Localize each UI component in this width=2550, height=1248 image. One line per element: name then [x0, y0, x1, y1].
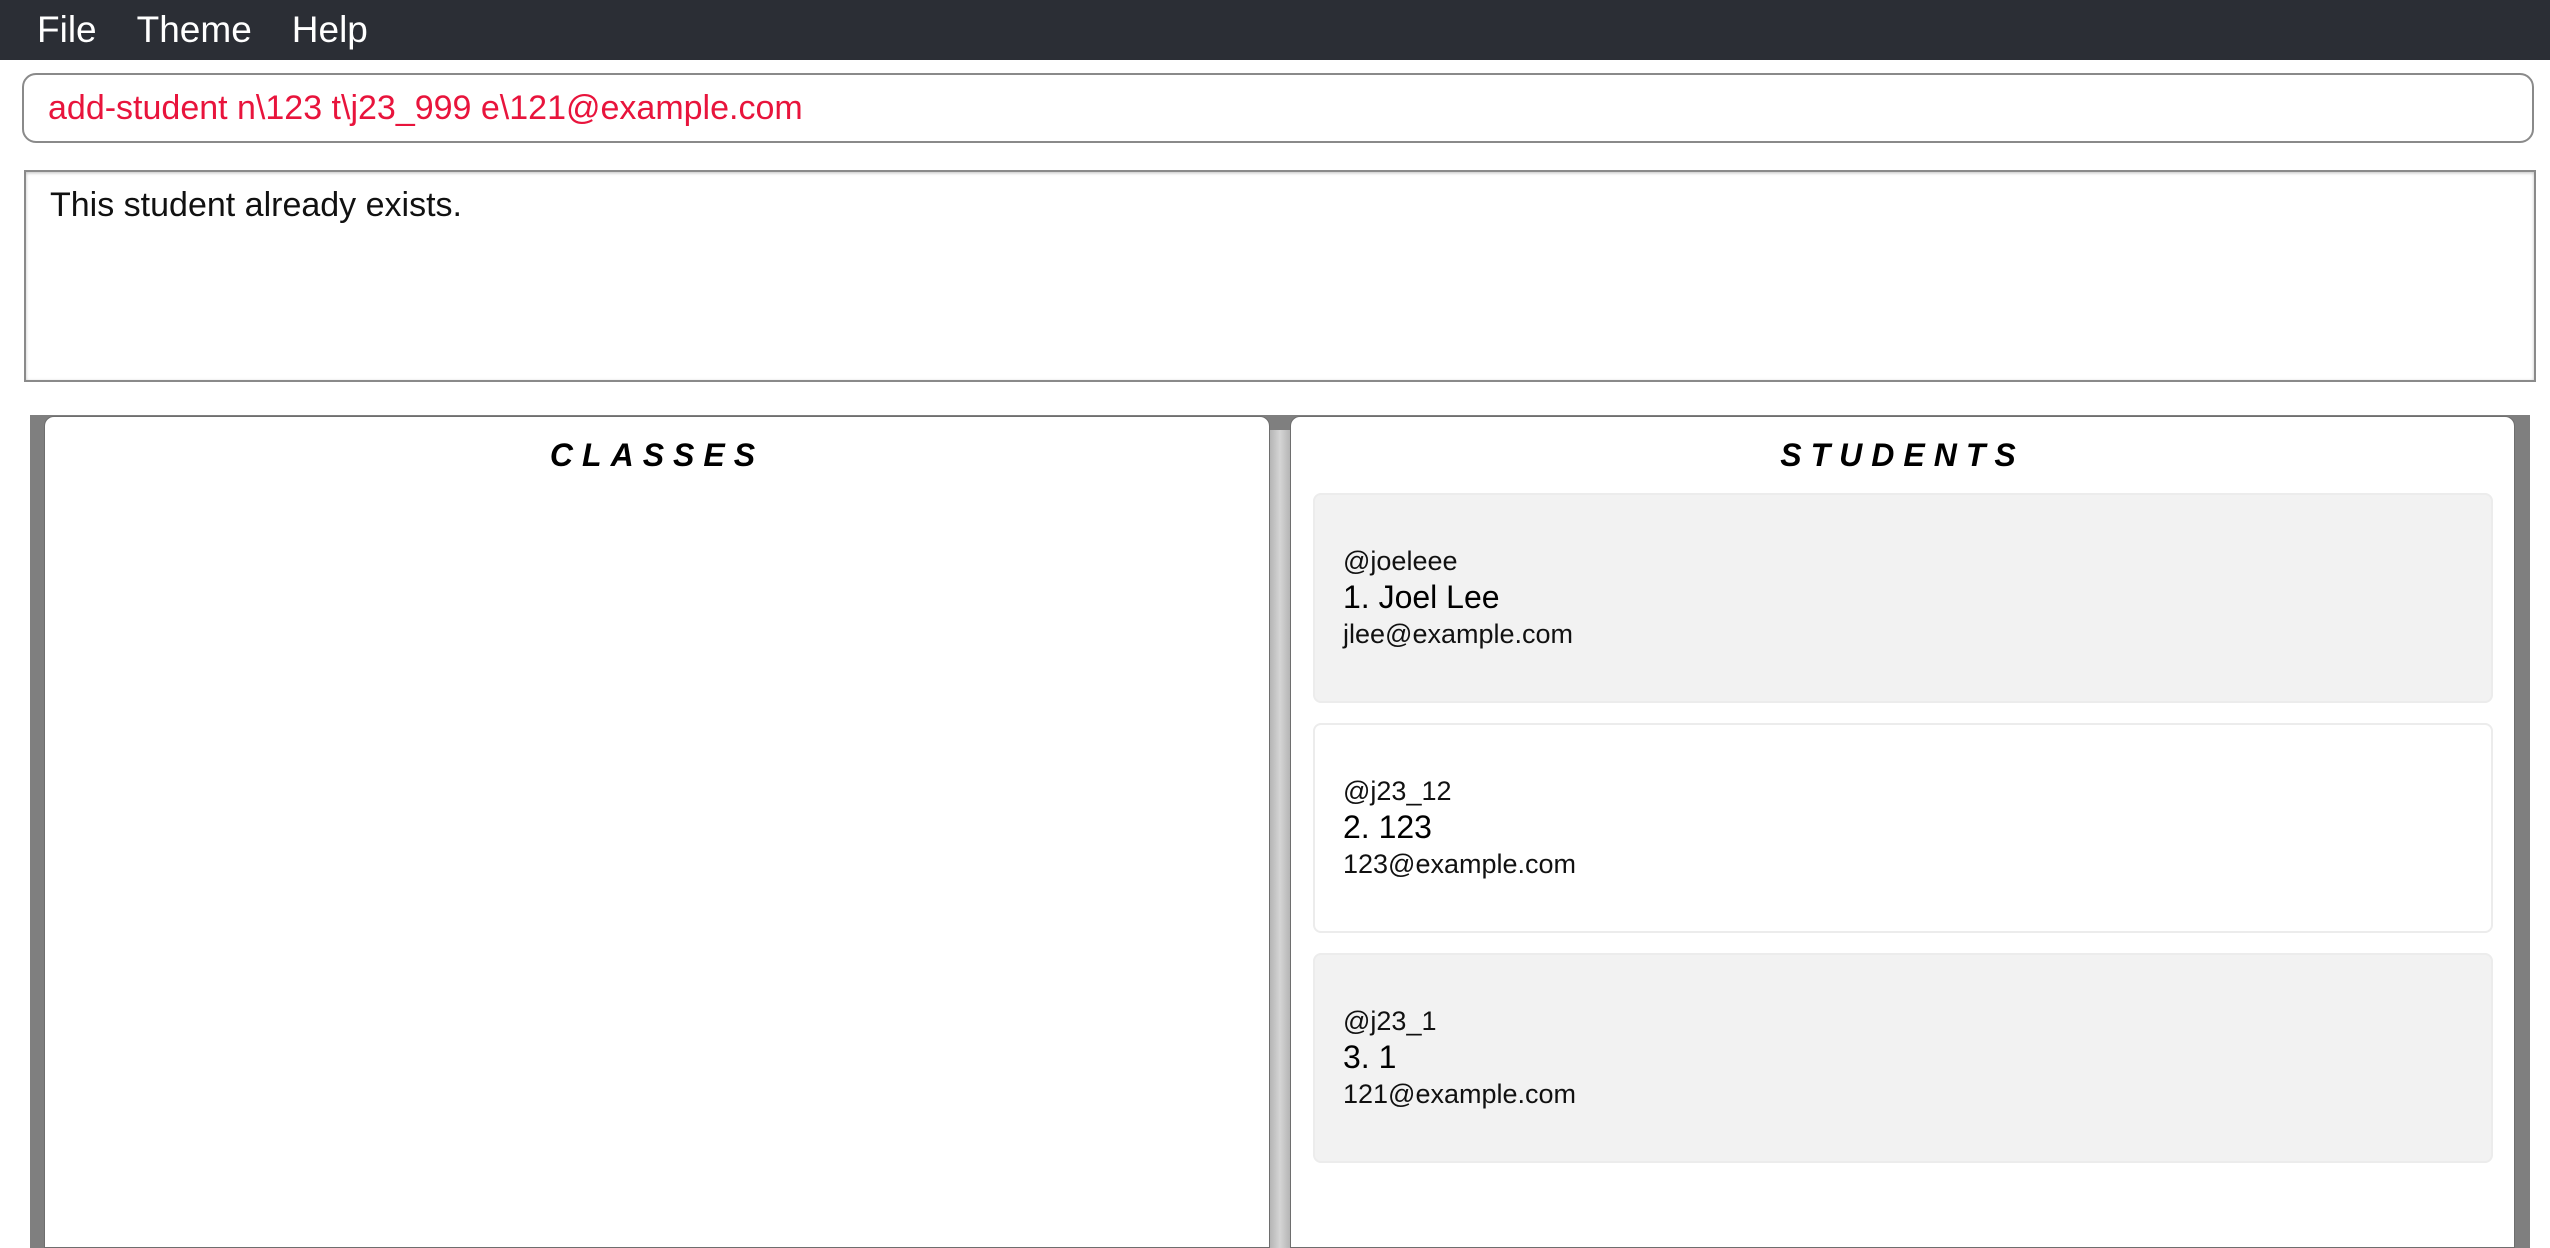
menu-file[interactable]: File: [0, 0, 117, 60]
student-email: 121@example.com: [1343, 1079, 1577, 1109]
student-list: @joeleee 1. Joel Lee jlee@example.com @j…: [1313, 493, 2493, 1183]
student-name: 3. 1: [1343, 1039, 1397, 1075]
student-name: 2. 123: [1343, 809, 1432, 845]
menu-bar: File Theme Help: [0, 0, 2550, 60]
menu-theme[interactable]: Theme: [117, 0, 272, 60]
menu-help[interactable]: Help: [272, 0, 388, 60]
split-pane-divider[interactable]: [1270, 430, 1290, 1248]
command-box: [22, 73, 2534, 143]
student-handle: @j23_1: [1343, 1006, 1437, 1036]
student-card[interactable]: @j23_1 3. 1 121@example.com: [1313, 953, 2493, 1163]
student-card[interactable]: @joeleee 1. Joel Lee jlee@example.com: [1313, 493, 2493, 703]
student-name: 1. Joel Lee: [1343, 579, 1500, 615]
students-panel-title: STUDENTS: [1780, 437, 2025, 473]
student-handle: @j23_12: [1343, 776, 1452, 806]
students-panel: STUDENTS @joeleee 1. Joel Lee jlee@examp…: [1290, 416, 2515, 1248]
classes-panel-title: CLASSES: [549, 437, 765, 473]
student-email: jlee@example.com: [1343, 619, 1574, 649]
student-card[interactable]: @j23_12 2. 123 123@example.com: [1313, 723, 2493, 933]
student-email: 123@example.com: [1343, 849, 1577, 879]
result-message: This student already exists.: [50, 186, 462, 224]
result-display: This student already exists.: [24, 170, 2536, 382]
student-handle: @joeleee: [1343, 546, 1458, 576]
command-input[interactable]: [24, 75, 2532, 141]
classes-panel: CLASSES: [44, 416, 1270, 1248]
